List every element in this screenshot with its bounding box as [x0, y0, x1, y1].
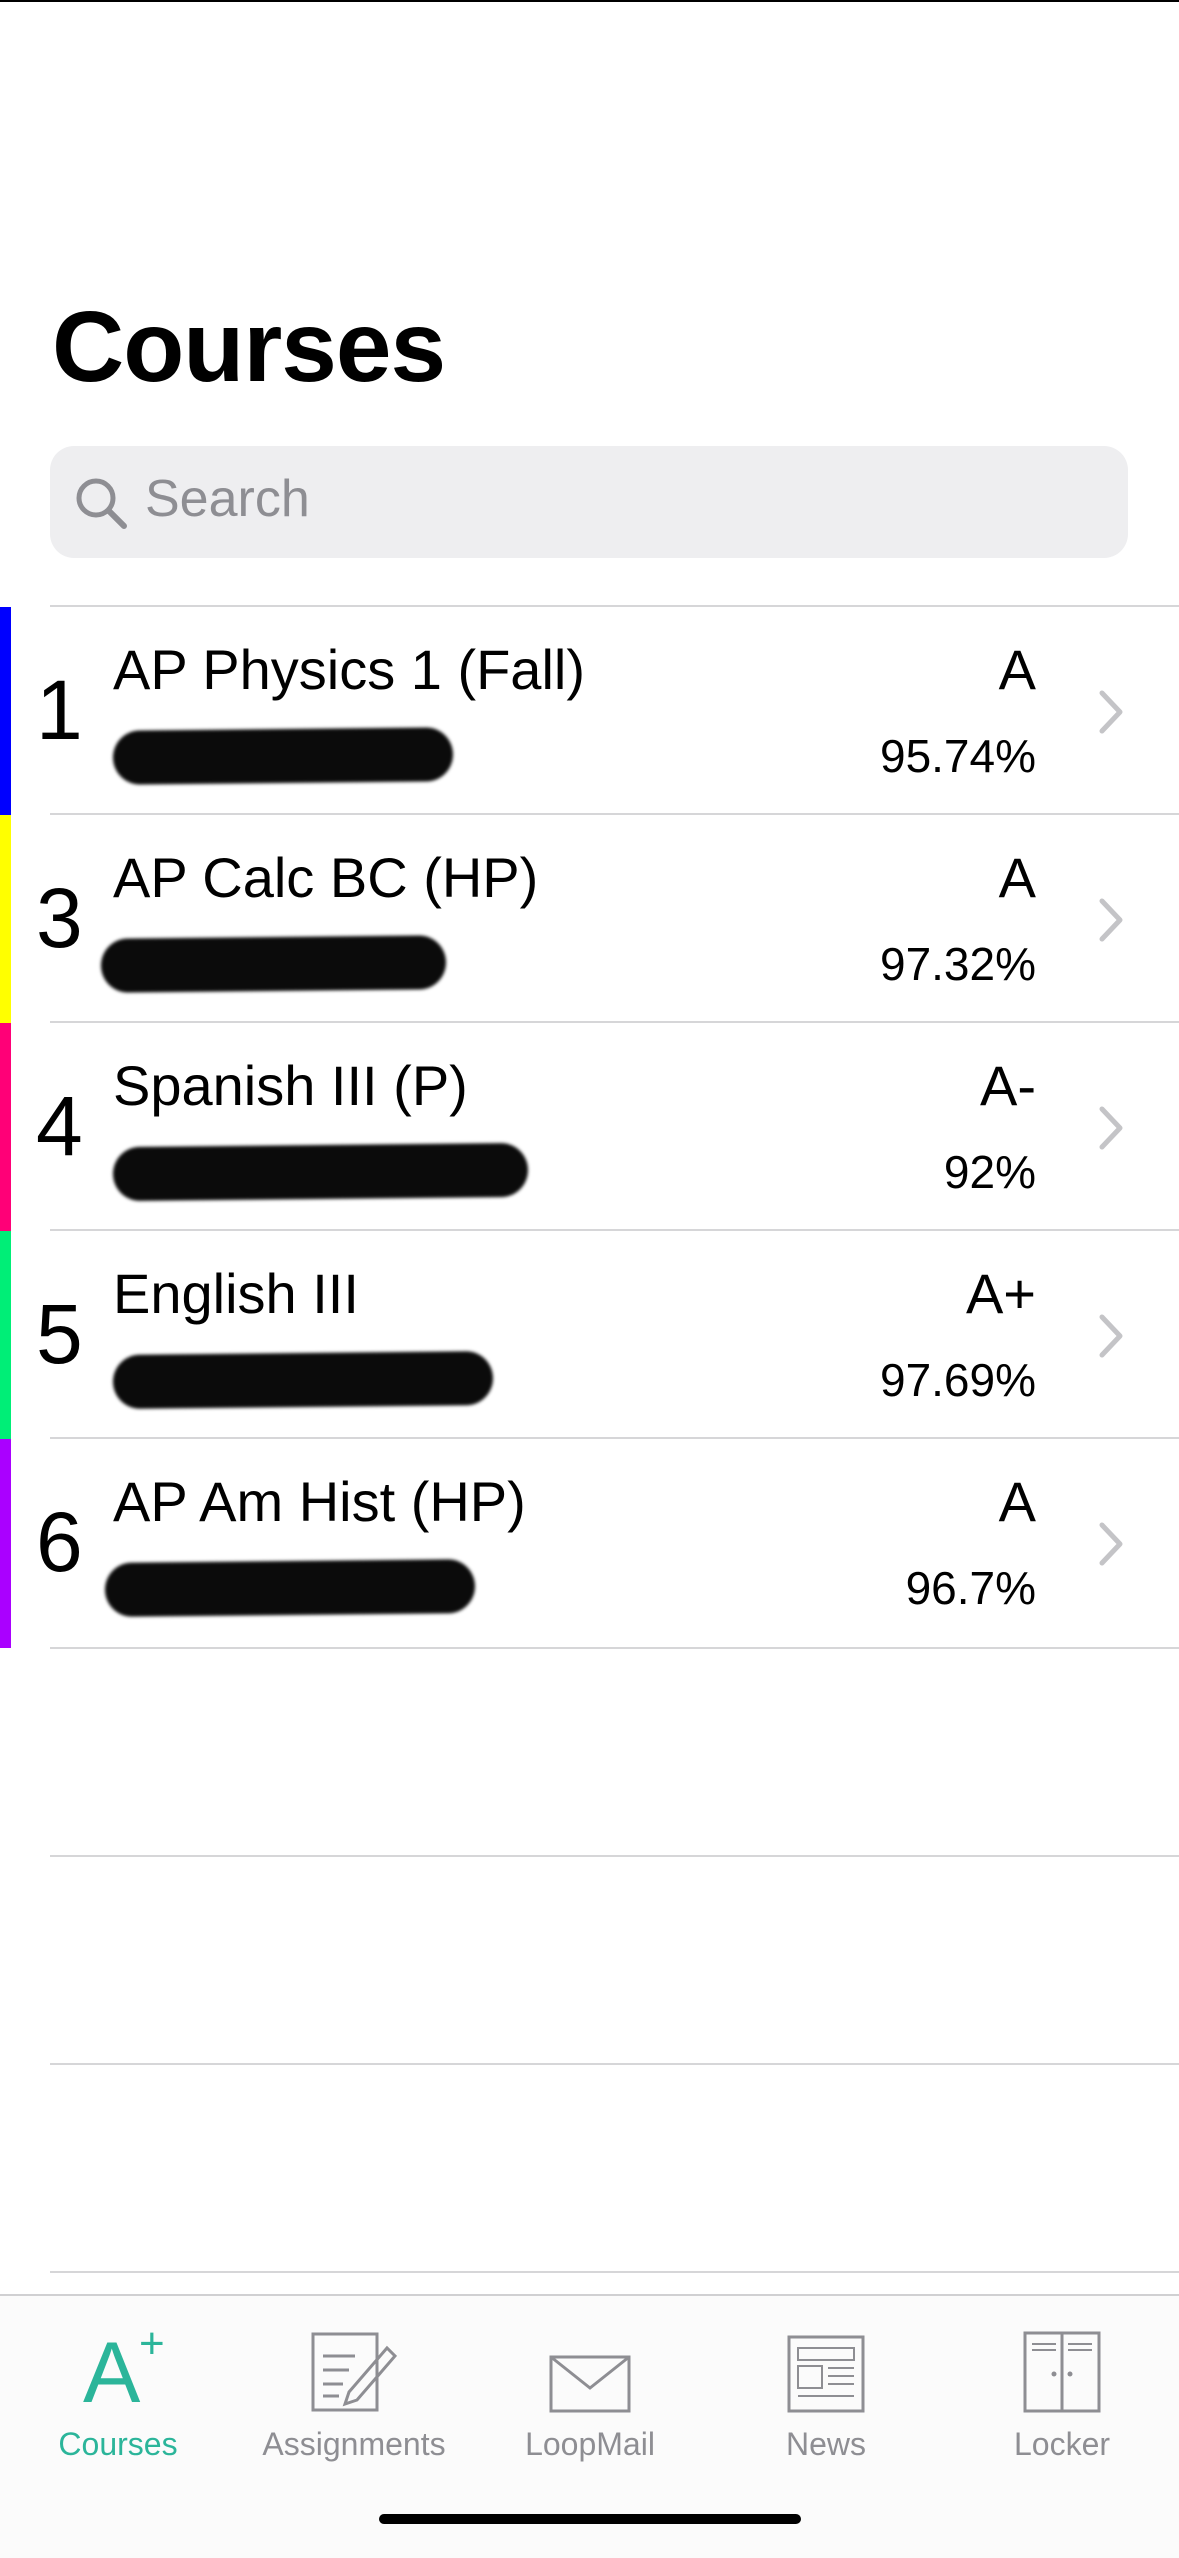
course-name: AP Am Hist (HP) — [113, 1470, 526, 1533]
course-color-bar — [0, 1439, 11, 1648]
course-percent: 96.7% — [905, 1562, 1036, 1614]
tab-locker[interactable]: Locker — [944, 2314, 1179, 2464]
search-icon — [76, 478, 127, 529]
tab-label: Assignments — [262, 2426, 446, 2462]
locker-icon — [944, 2314, 1179, 2414]
course-percent: 97.69% — [879, 1354, 1036, 1406]
course-period: 1 — [36, 663, 83, 757]
tab-label: News — [785, 2426, 866, 2462]
search-bar[interactable]: Search — [50, 446, 1128, 558]
redaction-mark — [112, 727, 454, 785]
svg-text:+: + — [139, 2319, 165, 2368]
tab-assignments[interactable]: Assignments — [236, 2314, 472, 2464]
course-grade: A+ — [965, 1262, 1036, 1325]
redaction-mark — [112, 1142, 529, 1202]
top-border — [0, 0, 1179, 2]
search-input[interactable]: Search — [145, 469, 310, 529]
list-separator — [50, 1647, 1179, 1649]
tab-news[interactable]: News — [708, 2314, 944, 2464]
tab-loopmail[interactable]: LoopMail — [472, 2314, 708, 2464]
course-color-bar — [0, 1231, 11, 1440]
list-separator — [50, 2271, 1179, 2273]
tab-courses[interactable]: A + Courses — [0, 2314, 236, 2464]
mail-icon — [472, 2314, 708, 2414]
course-period: 4 — [36, 1079, 83, 1173]
svg-text:A: A — [83, 2325, 141, 2414]
course-row-english[interactable]: 5 English III A+ 97.69% — [0, 1231, 1179, 1440]
course-period: 5 — [36, 1287, 83, 1381]
chevron-right-icon — [1099, 1522, 1123, 1566]
course-row-spanish[interactable]: 4 Spanish III (P) A- 92% — [0, 1023, 1179, 1232]
course-row-am-hist[interactable]: 6 AP Am Hist (HP) A 96.7% — [0, 1439, 1179, 1648]
chevron-right-icon — [1099, 1106, 1123, 1150]
tab-label: Courses — [58, 2426, 178, 2462]
course-grade: A — [998, 846, 1036, 909]
home-indicator[interactable] — [379, 2514, 801, 2524]
course-period: 3 — [36, 871, 83, 965]
course-grade: A — [998, 1470, 1036, 1533]
course-period: 6 — [36, 1495, 83, 1589]
course-grade: A- — [980, 1054, 1036, 1117]
course-name: English III — [113, 1262, 359, 1325]
a-plus-icon: A + — [0, 2314, 236, 2414]
assignments-icon — [236, 2314, 472, 2414]
redaction-mark — [100, 935, 447, 993]
course-percent: 92% — [943, 1146, 1036, 1198]
course-name: AP Physics 1 (Fall) — [113, 638, 585, 701]
course-name: AP Calc BC (HP) — [113, 846, 539, 909]
chevron-right-icon — [1099, 690, 1123, 734]
course-color-bar — [0, 607, 11, 816]
chevron-right-icon — [1099, 1314, 1123, 1358]
list-separator — [50, 1855, 1179, 1857]
course-percent: 97.32% — [879, 938, 1036, 990]
tab-label: LoopMail — [525, 2426, 655, 2462]
redaction-mark — [104, 1559, 476, 1617]
list-separator — [50, 2063, 1179, 2065]
tab-label: Locker — [1013, 2426, 1111, 2462]
course-row-ap-physics[interactable]: 1 AP Physics 1 (Fall) A 95.74% — [0, 607, 1179, 816]
course-grade: A — [998, 638, 1036, 701]
course-color-bar — [0, 1023, 11, 1232]
newspaper-icon — [708, 2314, 944, 2414]
page-title: Courses — [52, 291, 446, 403]
chevron-right-icon — [1099, 898, 1123, 942]
course-percent: 95.74% — [879, 730, 1036, 782]
course-color-bar — [0, 815, 11, 1024]
course-row-ap-calc[interactable]: 3 AP Calc BC (HP) A 97.32% — [0, 815, 1179, 1024]
course-name: Spanish III (P) — [113, 1054, 468, 1117]
redaction-mark — [112, 1351, 494, 1409]
